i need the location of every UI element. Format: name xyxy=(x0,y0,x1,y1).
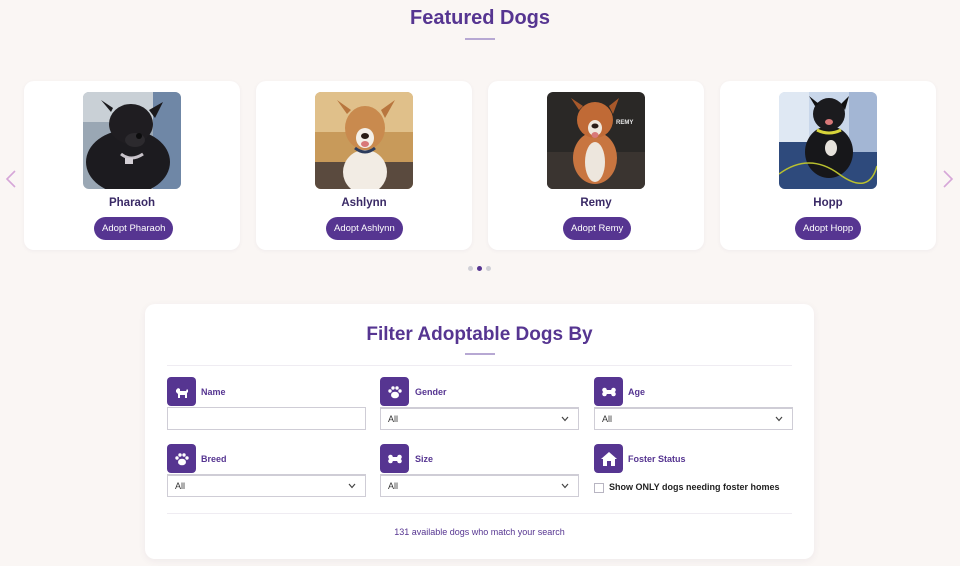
carousel-dot[interactable] xyxy=(468,266,473,271)
name-label: Name xyxy=(201,387,226,397)
panel-divider-bottom xyxy=(167,513,792,514)
dog-card-pharaoh: Pharaoh Adopt Pharaoh xyxy=(24,81,240,250)
size-label: Size xyxy=(415,454,434,464)
foster-checkbox-label[interactable]: Show ONLY dogs needing foster homes xyxy=(609,482,780,492)
breed-label: Breed xyxy=(201,454,227,464)
name-input[interactable] xyxy=(167,407,366,430)
dog-name: Remy xyxy=(580,197,612,209)
dog-name: Ashlynn xyxy=(341,197,387,209)
chevron-down-icon xyxy=(775,416,783,422)
dog-icon xyxy=(167,377,196,406)
chevron-left-icon xyxy=(5,170,16,188)
adopt-ashlynn-button[interactable]: Adopt Ashlynn xyxy=(326,217,403,240)
carousel-prev-arrow[interactable] xyxy=(4,168,18,190)
bone-icon xyxy=(594,377,623,406)
chevron-down-icon xyxy=(561,416,569,422)
dog-card-ashlynn: Ashlynn Adopt Ashlynn xyxy=(256,81,472,250)
dog-card-remy: REMY Remy Adopt Remy xyxy=(488,81,704,250)
filter-title-underline xyxy=(465,353,495,355)
remy-photo-text: REMY xyxy=(616,120,634,126)
dog-photo[interactable] xyxy=(315,92,413,189)
dog-photo[interactable]: REMY xyxy=(547,92,645,189)
paw-icon xyxy=(380,377,409,406)
dog-card-hopp: Hopp Adopt Hopp xyxy=(720,81,936,250)
filter-title: Filter Adoptable Dogs By xyxy=(366,324,593,345)
age-value: All xyxy=(602,414,613,424)
dog-photo[interactable] xyxy=(83,92,181,189)
dog-photo[interactable] xyxy=(779,92,877,189)
house-icon xyxy=(594,444,623,473)
carousel-dot-active[interactable] xyxy=(477,266,482,271)
gender-label: Gender xyxy=(415,387,447,397)
adopt-hopp-button[interactable]: Adopt Hopp xyxy=(795,217,862,240)
title-underline xyxy=(465,38,495,40)
adopt-remy-button[interactable]: Adopt Remy xyxy=(563,217,632,240)
size-select[interactable]: All xyxy=(380,474,579,497)
gender-value: All xyxy=(388,414,399,424)
featured-dogs-title: Featured Dogs xyxy=(409,7,551,29)
carousel-dot[interactable] xyxy=(486,266,491,271)
size-value: All xyxy=(388,481,399,491)
adopt-pharaoh-button[interactable]: Adopt Pharaoh xyxy=(94,217,174,240)
foster-checkbox[interactable] xyxy=(594,483,604,493)
result-count: 131 available dogs who match your search xyxy=(394,527,565,537)
chevron-right-icon xyxy=(943,170,954,188)
breed-select[interactable]: All xyxy=(167,474,366,497)
age-label: Age xyxy=(628,387,646,397)
panel-divider-top xyxy=(167,365,792,366)
foster-status-label: Foster Status xyxy=(628,454,686,464)
chevron-down-icon xyxy=(348,483,356,489)
carousel-dots xyxy=(468,266,491,271)
chevron-down-icon xyxy=(561,483,569,489)
dog-name: Hopp xyxy=(813,197,843,209)
dog-name: Pharaoh xyxy=(108,197,155,209)
breed-value: All xyxy=(175,481,186,491)
paw-icon xyxy=(167,444,196,473)
bone-icon xyxy=(380,444,409,473)
carousel-next-arrow[interactable] xyxy=(941,168,955,190)
age-select[interactable]: All xyxy=(594,407,793,430)
gender-select[interactable]: All xyxy=(380,407,579,430)
filter-panel: Filter Adoptable Dogs By Name Gender All… xyxy=(145,304,814,559)
